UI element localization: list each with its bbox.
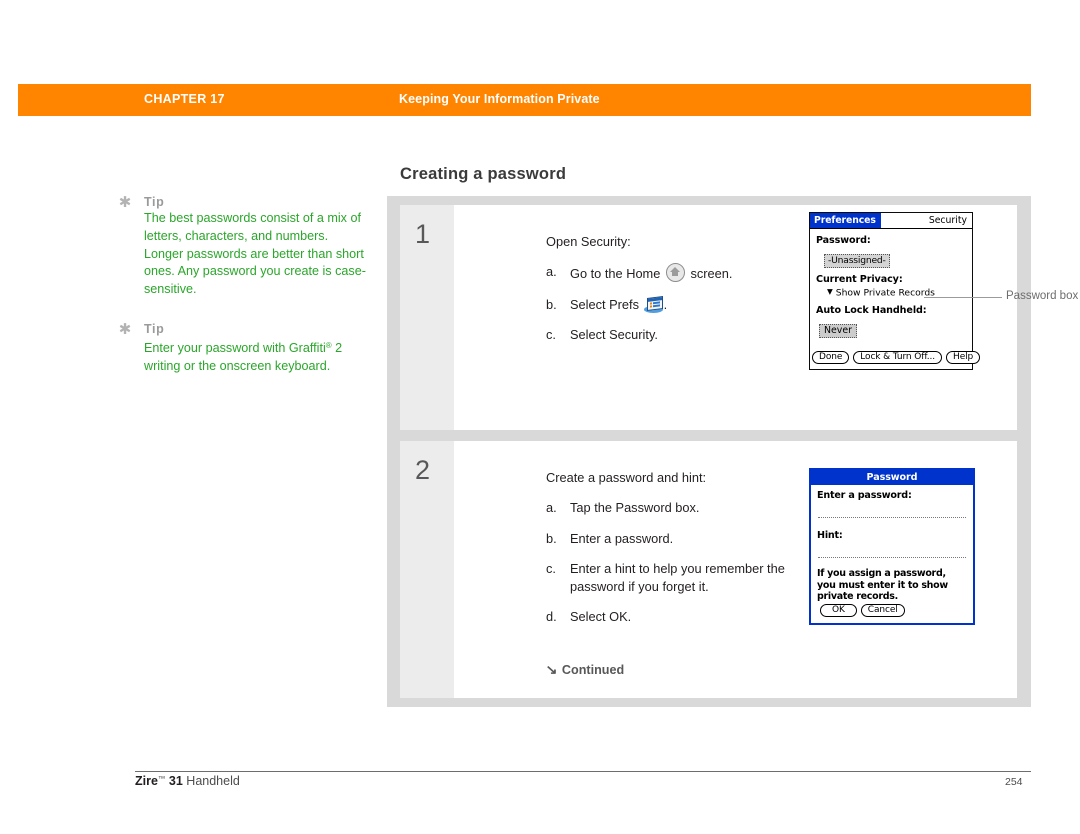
enter-password-label: Enter a password: [817, 490, 912, 501]
substep-list-1: a. Go to the Home screen. b. Select Prefs … [546, 263, 806, 357]
procedure-panel: 1 Open Security: a. Go to the Home screen… [387, 196, 1078, 707]
substep-1c-text: Select Security. [570, 327, 658, 342]
substep-2d: d. Select OK. [546, 608, 806, 626]
substep-2a-text: Tap the Password box. [570, 500, 700, 515]
footer-divider [135, 771, 1031, 773]
page-number: 254 [1005, 776, 1023, 788]
substep-2c: c. Enter a hint to help you remember the … [546, 560, 806, 595]
lock-turn-off-button[interactable]: Lock & Turn Off... [853, 351, 943, 364]
footer-product-model: 31 [165, 774, 183, 788]
password-input[interactable] [818, 508, 966, 518]
password-value-field[interactable]: -Unassigned- [824, 254, 890, 268]
step-body-2: Create a password and hint: a. Tap the Pa… [454, 441, 1017, 698]
tip-body-2: Enter your password with Graffiti® 2 wri… [144, 337, 368, 376]
continued-note: ↘ Continued [545, 662, 625, 678]
step-body-1: Open Security: a. Go to the Home screen. … [454, 205, 1078, 430]
cancel-button[interactable]: Cancel [860, 604, 905, 617]
password-dialog-screen: Password Enter a password: Hint: If you … [809, 468, 975, 625]
asterisk-icon: ✱ [118, 194, 132, 211]
step-number-1: 1 [415, 219, 431, 249]
footer-product-name: Zire™ 31 Handheld [135, 774, 240, 788]
callout-label-password-box: Password box [1006, 290, 1079, 302]
tip-block-1: ✱ Tip The best passwords consist of a mi… [118, 194, 368, 299]
callout-leader-line [924, 297, 1002, 298]
substep-2d-text: Select OK. [570, 609, 632, 624]
password-field-label: Password: [816, 235, 871, 246]
substep-2c-text: Enter a hint to help you remember the pa… [570, 561, 785, 594]
ok-button[interactable]: OK [820, 604, 857, 617]
footer-product-zire: Zire [135, 774, 158, 788]
password-dialog-button-row: OK Cancel [818, 597, 907, 617]
hint-label: Hint: [817, 530, 843, 541]
security-titlebar: Preferences Security [810, 213, 972, 229]
auto-lock-value-row: Never [810, 318, 972, 338]
hint-input[interactable] [818, 548, 966, 558]
substep-1a-text-after: screen. [690, 266, 733, 281]
tip-label-2: Tip [144, 321, 165, 336]
substep-1a: a. Go to the Home screen. [546, 263, 806, 283]
tip-body-2-part1: Enter your password with Graffiti [144, 340, 326, 355]
home-icon [665, 263, 685, 282]
footer-product-suffix: Handheld [182, 774, 240, 788]
chapter-title: Keeping Your Information Private [399, 92, 600, 106]
substep-1b: b. Select Prefs . [546, 295, 806, 314]
auto-lock-value-field[interactable]: Never [819, 323, 857, 338]
substep-2a: a. Tap the Password box. [546, 499, 806, 517]
step-divider [400, 430, 1017, 441]
substep-marker-c: c. [546, 327, 556, 342]
substep-marker-b: b. [546, 296, 557, 312]
done-button[interactable]: Done [812, 351, 850, 364]
substep-2b-text: Enter a password. [570, 530, 674, 546]
auto-lock-label: Auto Lock Handheld: [816, 304, 927, 316]
page-title: Creating a password [400, 165, 567, 183]
tip-block-2: ✱ Tip Enter your password with Graffiti®… [118, 321, 368, 376]
step-number-2: 2 [415, 455, 431, 485]
chapter-label: CHAPTER 17 [144, 92, 225, 106]
substep-1a-text-before: Go to the Home [570, 266, 661, 281]
substep-marker-d: d. [546, 609, 557, 624]
help-button[interactable]: Help [946, 351, 981, 364]
step-lead-1: Open Security: [546, 234, 631, 249]
chapter-header-bar: CHAPTER 17 Keeping Your Information Priv… [18, 84, 1031, 116]
step-number-cell-1: 1 [400, 205, 454, 430]
tip-body-1: The best passwords consist of a mix of l… [144, 211, 366, 297]
step-lead-2: Create a password and hint: [546, 470, 707, 485]
tips-column: ✱ Tip The best passwords consist of a mi… [118, 194, 368, 398]
step-row-2: 2 Create a password and hint: a. Tap the … [400, 441, 1017, 698]
preferences-tab[interactable]: Preferences [810, 213, 881, 228]
substep-2b: b. Enter a password. [546, 530, 806, 548]
security-button-row: Done Lock & Turn Off... Help [810, 344, 981, 364]
tip-label-1: Tip [144, 195, 165, 209]
substep-list-2: a. Tap the Password box. b. Enter a passwo… [546, 499, 806, 639]
security-preferences-screen: Preferences Security Password: -Unassign… [809, 212, 981, 370]
current-privacy-label: Current Privacy: [816, 274, 903, 285]
substep-1b-text-after: . [663, 296, 668, 312]
step-number-cell-2: 2 [400, 441, 454, 698]
security-app-label: Security [928, 215, 967, 226]
substep-1c: c. Select Security. [546, 326, 806, 344]
privacy-value: Show Private Records [835, 287, 935, 299]
asterisk-icon: ✱ [118, 320, 132, 338]
chevron-down-icon: ▼ [827, 287, 833, 296]
substep-marker-c: c. [546, 561, 556, 576]
continued-label: Continued [561, 663, 625, 677]
password-dialog-title: Password [811, 470, 973, 485]
substep-marker-a: a. [546, 264, 557, 279]
substep-1b-text-before: Select Prefs [570, 296, 639, 312]
step-row-1: 1 Open Security: a. Go to the Home screen… [400, 205, 1078, 430]
prefs-icon [643, 295, 663, 313]
password-value-row: -Unassigned- [810, 248, 972, 268]
arrow-down-right-icon: ↘ [545, 662, 558, 677]
substep-marker-a: a. [546, 500, 557, 515]
substep-marker-b: b. [546, 530, 557, 546]
